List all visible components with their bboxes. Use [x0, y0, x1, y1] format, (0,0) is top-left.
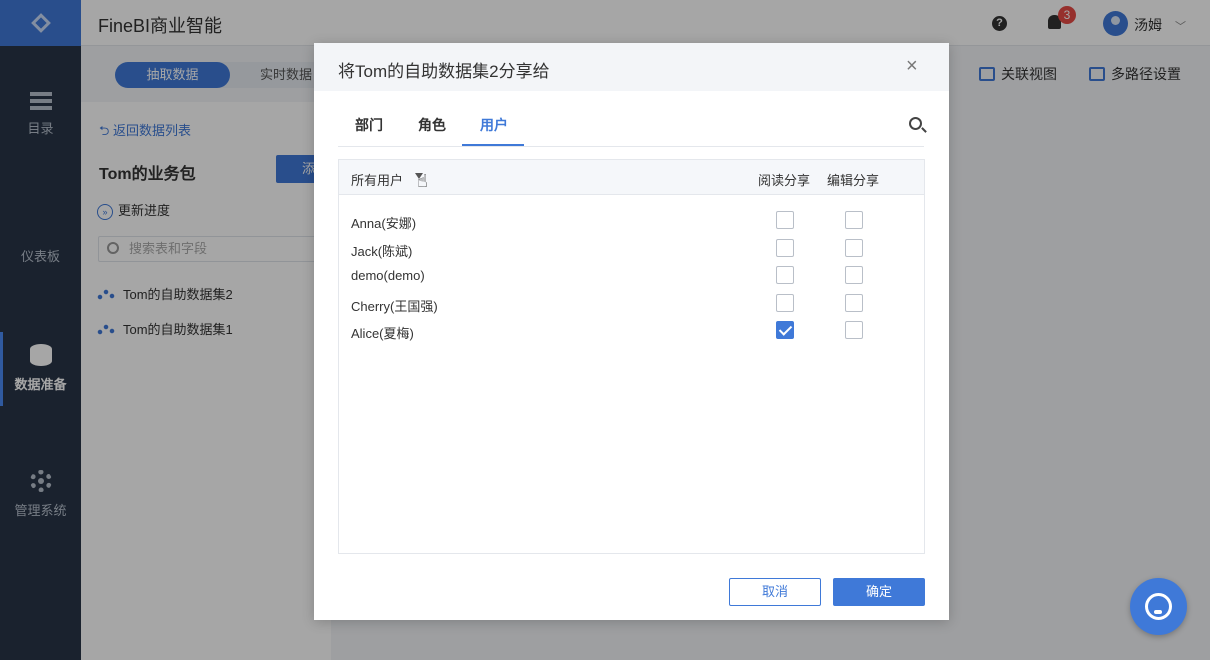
- active-tab-indicator: [462, 144, 524, 146]
- dialog-title: 将Tom的自助数据集2分享给: [338, 62, 550, 81]
- user-name-cell: Alice(夏梅): [351, 326, 414, 341]
- customer-support-button[interactable]: [1130, 578, 1187, 635]
- col-edit-share: 编辑分享: [827, 173, 880, 188]
- read-share-checkbox[interactable]: [776, 211, 794, 229]
- col-read-share: 阅读分享: [758, 173, 811, 188]
- edit-share-checkbox[interactable]: [845, 321, 863, 339]
- edit-share-checkbox[interactable]: [845, 266, 863, 284]
- tab-department[interactable]: 部门: [355, 115, 383, 135]
- user-share-table: 所有用户 ☝ 阅读分享 编辑分享 Anna(安娜) Jack(陈斌) demo(…: [338, 159, 925, 554]
- user-name-cell: Cherry(王国强): [351, 299, 438, 314]
- confirm-button[interactable]: 确定: [833, 578, 925, 606]
- hand-cursor-icon: ☝: [417, 171, 428, 191]
- table-row: demo(demo): [339, 263, 924, 289]
- edit-share-checkbox[interactable]: [845, 239, 863, 257]
- table-row: Jack(陈斌): [339, 236, 924, 262]
- tab-user[interactable]: 用户: [480, 115, 508, 135]
- read-share-checkbox[interactable]: [776, 294, 794, 312]
- search-icon[interactable]: [909, 117, 922, 130]
- table-header: 所有用户 ☝ 阅读分享 编辑分享: [339, 160, 924, 195]
- user-name-cell: demo(demo): [351, 268, 425, 283]
- cancel-button[interactable]: 取消: [729, 578, 821, 606]
- edit-share-checkbox[interactable]: [845, 294, 863, 312]
- user-name-cell: Jack(陈斌): [351, 244, 413, 259]
- edit-share-checkbox[interactable]: [845, 211, 863, 229]
- close-icon[interactable]: ×: [906, 55, 918, 78]
- share-target-tabs: 部门 角色 用户: [338, 105, 924, 147]
- tab-role[interactable]: 角色: [418, 115, 446, 135]
- table-row: Cherry(王国强): [339, 291, 924, 317]
- col-all-users[interactable]: 所有用户: [351, 170, 403, 189]
- table-row: Alice(夏梅): [339, 318, 924, 344]
- read-share-checkbox[interactable]: [776, 239, 794, 257]
- share-dialog: 将Tom的自助数据集2分享给 × 部门 角色 用户 所有用户 ☝ 阅读分享 编辑…: [314, 43, 949, 620]
- user-name-cell: Anna(安娜): [351, 216, 417, 231]
- table-row: Anna(安娜): [339, 208, 924, 234]
- dialog-header: 将Tom的自助数据集2分享给 ×: [314, 43, 949, 91]
- read-share-checkbox[interactable]: [776, 321, 794, 339]
- read-share-checkbox[interactable]: [776, 266, 794, 284]
